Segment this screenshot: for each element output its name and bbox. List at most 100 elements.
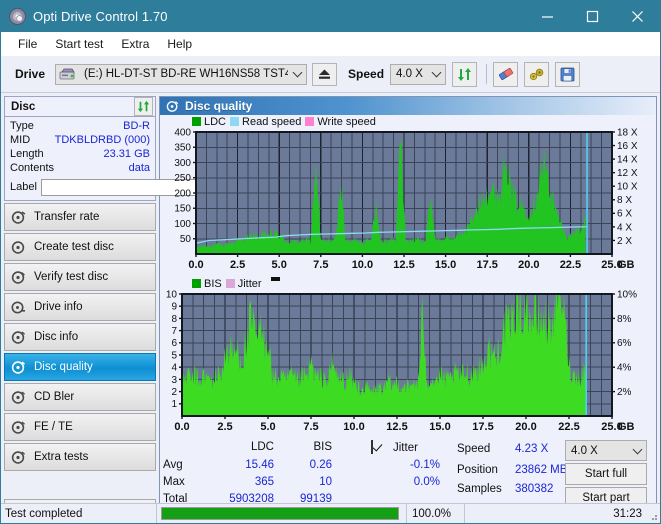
disc-row-key: Length [10, 148, 44, 160]
svg-text:6: 6 [171, 338, 177, 349]
svg-text:17.5: 17.5 [472, 421, 493, 433]
speed-stat-label: Speed [457, 443, 491, 455]
sidebar-item-fe-te[interactable]: FE / TE [4, 413, 156, 441]
sidebar-item-label: Drive info [34, 301, 83, 313]
svg-text:6%: 6% [617, 338, 632, 349]
svg-text:12.5: 12.5 [393, 259, 414, 271]
title-bar: Opti Drive Control 1.70 [1, 1, 660, 32]
refresh-button[interactable] [452, 61, 478, 87]
legend-item-jitter: Jitter [225, 278, 262, 290]
sidebar-item-verify-test-disc[interactable]: Verify test disc [4, 263, 156, 291]
svg-text:6 X: 6 X [617, 209, 632, 220]
svg-text:7: 7 [171, 326, 177, 337]
svg-text:18 X: 18 X [617, 128, 638, 138]
panel-title: Disc quality [185, 99, 253, 113]
svg-text:0.0: 0.0 [188, 259, 203, 271]
sidebar-item-disc-info[interactable]: Disc info [4, 323, 156, 351]
disc-row-value: 23.31 GB [103, 148, 150, 160]
speed-stat-value: 4.23 X [515, 443, 549, 455]
result-speed-select[interactable]: 4.0 X [565, 440, 647, 461]
svg-text:8%: 8% [617, 314, 632, 325]
svg-text:12.5: 12.5 [386, 421, 407, 433]
sidebar: Disc Type BD-R MID TDKBLDRBD (000) Lengt… [1, 93, 240, 523]
jitter-checkbox[interactable] [371, 440, 373, 454]
svg-text:1: 1 [171, 399, 177, 410]
ldc-chart-legend: LDC Read speed Write speed [160, 115, 656, 128]
disc-row-value: data [128, 162, 150, 174]
menu-bar: File Start test Extra Help [1, 32, 660, 56]
position-stat-label: Position [457, 464, 498, 476]
disc-row-contents: Contents data [10, 161, 150, 175]
disc-refresh-button[interactable] [134, 97, 153, 116]
sidebar-item-transfer-rate[interactable]: Transfer rate [4, 203, 156, 231]
speed-select[interactable]: 4.0 X [390, 63, 447, 85]
svg-text:12 X: 12 X [617, 168, 638, 179]
disc-quality-icon [166, 100, 179, 112]
disc-label-row: Label [10, 177, 240, 197]
menu-item-extra[interactable]: Extra [112, 35, 158, 53]
drive-info-icon [11, 300, 26, 315]
menu-item-file[interactable]: File [9, 35, 46, 53]
position-stat-value: 23862 MB [515, 464, 568, 476]
sidebar-item-cd-bler[interactable]: CD Bler [4, 383, 156, 411]
ldc-chart-canvas: 50 100 150 200 250 300 350 400 2 X 4 X 6 X 8 X 10 X 1… [174, 128, 638, 271]
disc-info-icon [11, 330, 26, 345]
refresh-icon [458, 67, 472, 81]
chevron-down-icon [628, 441, 646, 460]
sidebar-item-disc-quality[interactable]: Disc quality [4, 353, 156, 381]
drive-icon [59, 68, 75, 79]
sidebar-item-label: CD Bler [34, 391, 75, 403]
maximize-icon[interactable] [570, 1, 615, 32]
svg-text:8: 8 [171, 314, 177, 325]
svg-text:3: 3 [171, 375, 177, 386]
speed-select-value: 4.0 X [396, 68, 423, 80]
svg-text:200: 200 [174, 188, 191, 199]
svg-text:5.0: 5.0 [272, 259, 287, 271]
erase-button[interactable] [493, 61, 519, 87]
svg-text:22.5: 22.5 [558, 421, 579, 433]
drive-select[interactable]: (E:) HL-DT-ST BD-RE WH16NS58 TST4 [55, 63, 308, 85]
resize-grip-icon[interactable] [647, 510, 658, 521]
stats-max-bis: 10 [319, 476, 332, 488]
svg-text:20.0: 20.0 [518, 259, 539, 271]
disc-quality-icon [11, 360, 26, 375]
svg-text:2 X: 2 X [617, 236, 632, 247]
samples-stat-value: 380382 [515, 483, 554, 495]
svg-text:250: 250 [174, 173, 191, 184]
svg-text:2.5: 2.5 [230, 259, 245, 271]
progress-bar [157, 504, 407, 523]
disc-panel-header: Disc [5, 97, 155, 117]
disc-burn-icon [11, 240, 26, 255]
save-button[interactable] [555, 61, 581, 87]
disc-label-key: Label [10, 181, 37, 193]
eject-button[interactable] [312, 62, 338, 86]
disc-row-value: BD-R [123, 120, 150, 132]
stats-header-bis: BIS [313, 441, 332, 453]
body: Disc Type BD-R MID TDKBLDRBD (000) Lengt… [1, 93, 660, 523]
minimize-icon[interactable] [525, 1, 570, 32]
sidebar-item-drive-info[interactable]: Drive info [4, 293, 156, 321]
panel-header: Disc quality [160, 97, 656, 115]
speed-label: Speed [348, 67, 385, 81]
sidebar-item-label: FE / TE [34, 421, 73, 433]
start-full-button[interactable]: Start full [565, 463, 647, 485]
menu-item-start-test[interactable]: Start test [46, 35, 112, 53]
svg-text:16 X: 16 X [617, 141, 638, 152]
menu-item-help[interactable]: Help [158, 35, 201, 53]
settings-button[interactable] [524, 61, 550, 87]
svg-text:0.0: 0.0 [174, 421, 189, 433]
legend-label: Write speed [317, 115, 376, 128]
svg-text:2: 2 [171, 387, 177, 398]
sidebar-item-label: Disc info [34, 331, 79, 343]
svg-text:2%: 2% [617, 387, 632, 398]
svg-text:350: 350 [174, 143, 191, 154]
svg-text:9: 9 [171, 302, 177, 313]
elapsed-time: 31:23 [613, 507, 642, 520]
sidebar-item-extra-tests[interactable]: Extra tests [4, 443, 156, 471]
bis-chart-legend: BIS Jitter [160, 277, 656, 290]
svg-text:15.0: 15.0 [435, 259, 456, 271]
sidebar-item-create-test-disc[interactable]: Create test disc [4, 233, 156, 261]
svg-text:10.0: 10.0 [352, 259, 373, 271]
close-icon[interactable] [615, 1, 660, 32]
legend-swatch [192, 279, 201, 288]
